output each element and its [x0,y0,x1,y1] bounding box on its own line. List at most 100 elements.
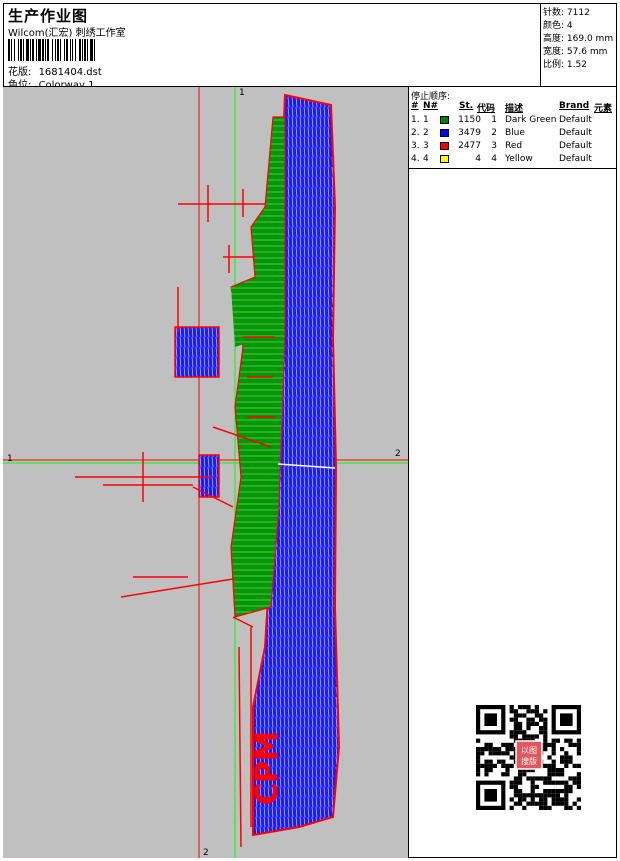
qr-cell [505,763,510,768]
qr-cell [505,772,510,777]
qr-cell [530,721,535,726]
qr-cell [564,793,569,798]
qr-cell [518,705,523,710]
row-stitches: 1150 [458,115,481,125]
qr-cell [539,776,544,781]
qr-cell [576,742,581,747]
qr-cell [488,742,493,747]
qr-cell [518,797,523,802]
qr-cell [530,789,535,794]
qr-cell [547,789,552,794]
height-value: 169.0 mm [566,34,614,44]
qr-stamp-text-1: 以图 [521,746,537,755]
qr-cell [526,801,531,806]
row-description: Dark Green [505,115,557,125]
qr-cell [501,742,506,747]
qr-cell [509,763,514,768]
qr-cell [551,780,556,785]
qr-cell [484,768,489,773]
barcode-bar [32,39,34,61]
qr-cell [560,780,565,785]
qr-cell [518,726,523,731]
row-brand: Default [559,128,592,138]
qr-cell [543,709,548,714]
qr-cell [501,759,506,764]
qr-cell [476,751,481,756]
scale-row: 比例: 1.52 [543,57,587,70]
qr-cell [576,772,581,777]
qr-cell [543,805,548,810]
col-header-brand: Brand [559,101,590,111]
barcode-bar [64,39,65,61]
row-number: 2 [423,128,429,138]
qr-stamp-text-2: 搜版 [521,756,537,766]
row-brand: Default [559,141,592,151]
guide-label-bottom: 2 [203,848,209,858]
qr-cell [555,738,560,743]
qr-cell [518,793,523,798]
qr-cell [551,751,556,756]
qr-cell [526,717,531,722]
qr-cell [513,734,518,739]
qr-cell [564,780,569,785]
row-index: 1. [411,115,420,125]
company-name: Wilcom(汇宏) 刺绣工作室 [8,28,126,39]
barcode-bar [23,39,24,61]
qr-cell [476,763,481,768]
page-title: 生产作业图 [8,7,89,25]
qr-cell [509,734,514,739]
barcode-bar [70,39,71,61]
barcode-bar [20,39,22,61]
qr-cell [555,789,560,794]
qr-cell [480,763,485,768]
barcode-bar [14,39,15,61]
qr-cell [492,747,497,752]
qr-cell [513,776,518,781]
row-number: 1 [423,115,429,125]
qr-cell [492,751,497,756]
qr-cell [568,805,573,810]
qr-cell [564,801,569,806]
qr-cell [480,751,485,756]
qr-finder [484,713,497,726]
scale-value: 1.52 [566,60,587,70]
barcode-bar [52,39,53,61]
qr-cell [509,730,514,735]
qr-cell [564,797,569,802]
qr-cell [497,747,502,752]
qr-cell [513,784,518,789]
qr-cell [518,789,523,794]
row-code: 2 [491,128,497,138]
barcode-bar [38,39,41,61]
qr-cell [547,742,552,747]
qr-cell [526,793,531,798]
qr-cell [543,742,548,747]
col-header-element: 元素 [594,104,613,114]
qr-cell [576,797,581,802]
stitches-label: 针数: [543,8,565,18]
qr-cell [513,730,518,735]
qr-cell [539,797,544,802]
qr-cell [551,768,556,773]
width-row: 宽度: 57.6 mm [543,44,607,57]
barcode-bar [8,39,10,61]
qr-cell [505,768,510,773]
qr-cell [560,759,565,764]
qr-cell [539,805,544,810]
row-brand: Default [559,115,592,125]
qr-cell [547,805,552,810]
qr-cell [534,776,539,781]
row-number: 4 [423,154,429,164]
qr-cell [560,789,565,794]
colors-value: 4 [566,21,573,31]
qr-cell [484,772,489,777]
qr-cell [518,713,523,718]
stitches-row: 针数: 7112 [543,5,590,18]
qr-cell [547,776,552,781]
qr-cell [547,772,552,777]
qr-cell [513,793,518,798]
qr-cell [530,709,535,714]
barcode-bar [55,39,56,61]
barcode-bar [72,39,73,61]
row-description: Blue [505,128,525,138]
